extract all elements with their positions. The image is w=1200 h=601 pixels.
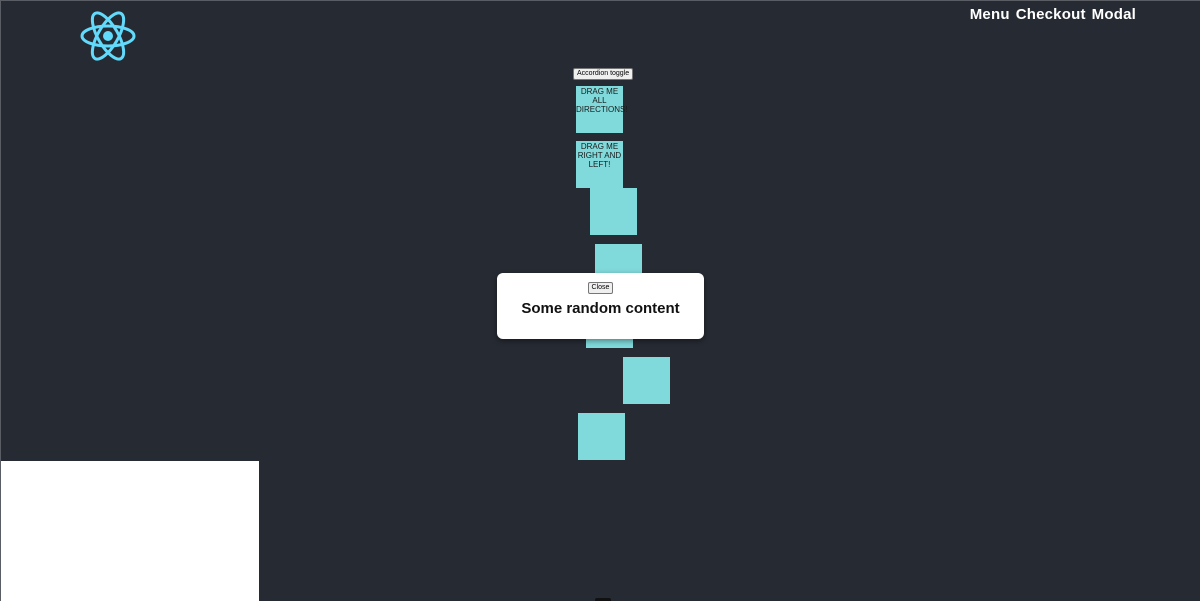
drag-horizontal-box[interactable]: DRAG ME RIGHT AND LEFT! <box>576 141 623 188</box>
draggable-box-6[interactable] <box>623 357 670 404</box>
nav-menu-link[interactable]: Menu <box>970 6 1010 23</box>
draggable-box-3[interactable] <box>590 188 637 235</box>
modal-dialog: Close Some random content <box>497 273 704 339</box>
app-root: Menu Checkout Modal Accordion toggle DRA… <box>0 0 1200 601</box>
accordion-toggle-button[interactable]: Accordion toggle <box>573 68 634 80</box>
top-nav: Menu Checkout Modal <box>970 6 1136 23</box>
white-panel <box>1 461 259 601</box>
modal-content-text: Some random content <box>521 300 680 317</box>
modal-close-button[interactable]: Close <box>587 282 614 294</box>
draggable-box-7[interactable] <box>578 413 625 460</box>
nav-checkout-link[interactable]: Checkout <box>1016 6 1086 23</box>
drag-all-directions-box[interactable]: DRAG ME ALL DIRECTIONS! <box>576 86 628 133</box>
react-atom-icon[interactable] <box>79 9 137 63</box>
nav-modal-link[interactable]: Modal <box>1092 6 1136 23</box>
